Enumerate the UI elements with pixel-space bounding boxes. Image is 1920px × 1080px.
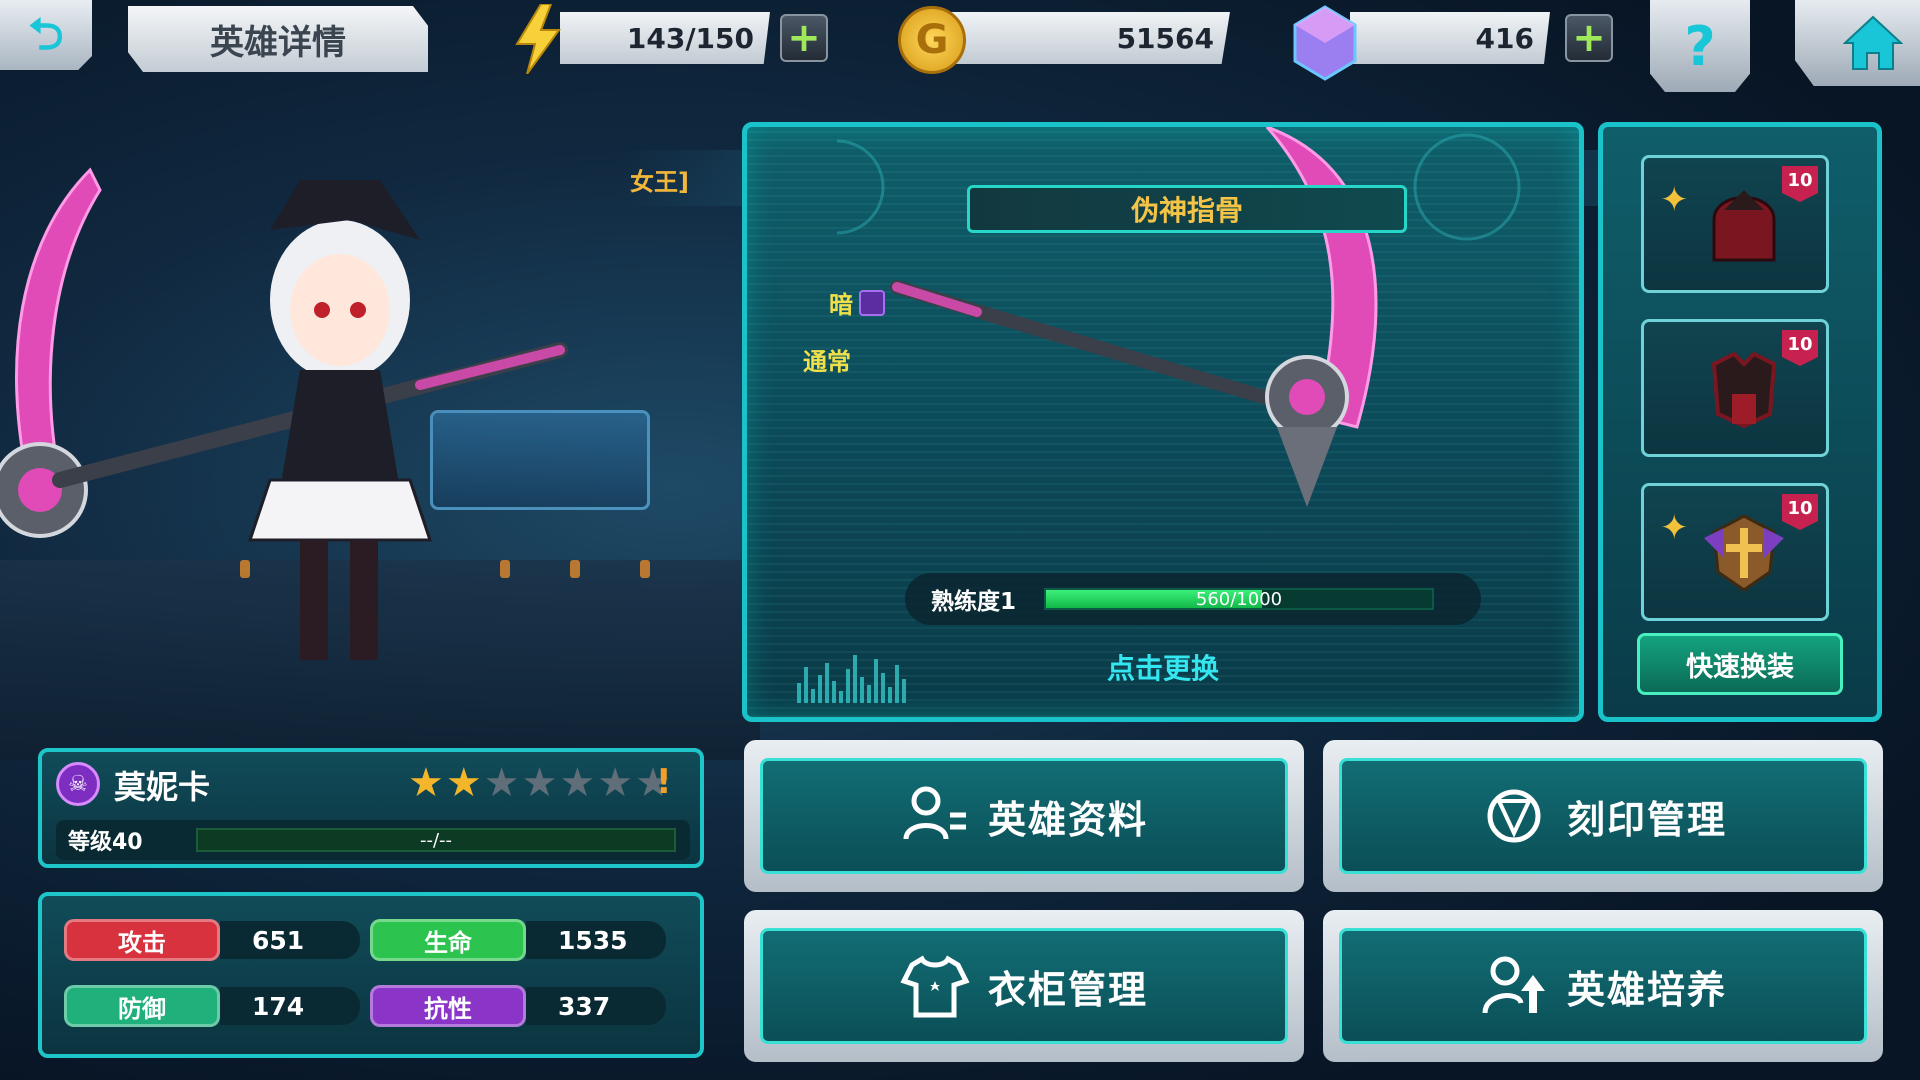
star-icon: ✦: [1660, 508, 1689, 548]
help-button[interactable]: ?: [1650, 0, 1750, 92]
proficiency-box: 熟练度1 560/1000: [905, 573, 1481, 625]
home-button[interactable]: [1795, 0, 1920, 86]
wardrobe-label: 衣柜管理: [987, 967, 1148, 1012]
home-icon: [1842, 15, 1903, 70]
equipment-panel: ✦ 10 10 ✦ 10 快速换装: [1598, 122, 1882, 722]
stat-hp: 生命 1535: [370, 918, 670, 962]
person-list-icon: [903, 786, 966, 840]
dark-element-icon: [859, 289, 885, 316]
gold-coin-icon: G: [898, 6, 966, 74]
star-filled-icon: ★: [445, 760, 482, 806]
equipment-slot-3[interactable]: ✦ 10: [1641, 483, 1829, 621]
hero-class-icon: ☠: [56, 762, 100, 806]
shirt-icon: [900, 955, 970, 1018]
wardrobe-button[interactable]: 衣柜管理: [744, 910, 1304, 1062]
equipment-level-badge: 10: [1782, 166, 1818, 202]
weapon-type: 通常: [803, 348, 851, 376]
hero-info-card: ☠ 莫妮卡 ★ ★ ★ ★ ★ ★ ★ ! 等级40 --/--: [38, 748, 704, 868]
quick-equip-button[interactable]: 快速换装: [1637, 633, 1843, 695]
element-label: 暗: [829, 291, 853, 319]
weapon-name: 伪神指骨: [967, 185, 1407, 233]
defense-label: 防御: [64, 985, 220, 1027]
attack-label: 攻击: [64, 919, 220, 961]
back-arrow-icon: ⮌: [28, 9, 64, 60]
resist-value: 337: [526, 987, 666, 1025]
tap-to-change-button[interactable]: 点击更换: [747, 647, 1579, 687]
equipment-slot-2[interactable]: 10: [1641, 319, 1829, 457]
crystal-icon: [1290, 4, 1360, 82]
emblem-icon: [1704, 514, 1784, 592]
hero-info-button-face: 英雄资料: [760, 758, 1288, 874]
hero-character-art: [0, 167, 568, 660]
armor-icon: [1711, 351, 1777, 429]
star-empty-icon: ★: [483, 760, 520, 806]
add-gems-button[interactable]: +: [1565, 14, 1613, 62]
hp-label: 生命: [370, 919, 526, 961]
imprint-label: 刻印管理: [1566, 797, 1727, 842]
stat-defense: 防御 174: [64, 984, 364, 1028]
star-filled-icon: ★: [408, 760, 444, 806]
defense-value: 174: [220, 987, 360, 1025]
experience-bar: --/--: [196, 828, 676, 852]
stats-card: 攻击 651 生命 1535 防御 174 抗性 337: [38, 892, 704, 1058]
proficiency-label: 熟练度1: [931, 589, 1017, 615]
training-button[interactable]: 英雄培养: [1323, 910, 1883, 1062]
training-label: 英雄培养: [1566, 967, 1727, 1012]
star-empty-icon: ★: [597, 760, 634, 806]
resist-label: 抗性: [370, 985, 526, 1027]
hero-info-label: 英雄资料: [987, 797, 1148, 842]
helmet-icon: [1712, 190, 1776, 262]
star-empty-icon: ★: [559, 760, 596, 806]
hero-level: 等级40: [68, 830, 143, 855]
proficiency-text: 560/1000: [1195, 588, 1283, 610]
training-button-face: 英雄培养: [1339, 928, 1867, 1044]
top-bar: ⮌ 英雄详情 143/150 + 51564 G 416 + ?: [0, 0, 1920, 92]
imprint-icon: [1487, 789, 1541, 843]
gem-counter: 416: [1350, 12, 1550, 64]
hp-value: 1535: [526, 921, 666, 959]
back-button[interactable]: ⮌: [0, 0, 92, 70]
proficiency-bar: 560/1000: [1044, 588, 1435, 610]
page-title: 英雄详情: [128, 6, 428, 72]
imprint-button[interactable]: 刻印管理: [1323, 740, 1883, 892]
star-icon: ✦: [1660, 180, 1689, 220]
hero-name: 莫妮卡: [114, 768, 211, 806]
gold-counter: 51564: [950, 12, 1230, 64]
star-empty-icon: ★: [521, 760, 558, 806]
level-up-icon: [1482, 956, 1545, 1014]
alert-icon[interactable]: !: [656, 762, 672, 802]
weapon-panel[interactable]: 伪神指骨 暗 通常 熟练度1 560/1000 点击更换: [742, 122, 1584, 722]
level-row: 等级40 --/--: [56, 820, 690, 860]
wardrobe-button-face: 衣柜管理: [760, 928, 1288, 1044]
hero-title-fragment: 女王]: [630, 168, 689, 196]
lightning-icon: [508, 4, 568, 74]
imprint-button-face: 刻印管理: [1339, 758, 1867, 874]
question-icon: ?: [1684, 14, 1716, 78]
add-energy-button[interactable]: +: [780, 14, 828, 62]
hero-info-button[interactable]: 英雄资料: [744, 740, 1304, 892]
equipment-slot-1[interactable]: ✦ 10: [1641, 155, 1829, 293]
star-rating: ★ ★ ★ ★ ★ ★ ★: [408, 760, 671, 806]
weapon-element: 暗: [829, 285, 885, 320]
equipment-level-badge: 10: [1782, 330, 1818, 366]
energy-counter: 143/150: [560, 12, 770, 64]
stat-attack: 攻击 651: [64, 918, 364, 962]
equipment-level-badge: 10: [1782, 494, 1818, 530]
attack-value: 651: [220, 921, 360, 959]
stat-resist: 抗性 337: [370, 984, 670, 1028]
